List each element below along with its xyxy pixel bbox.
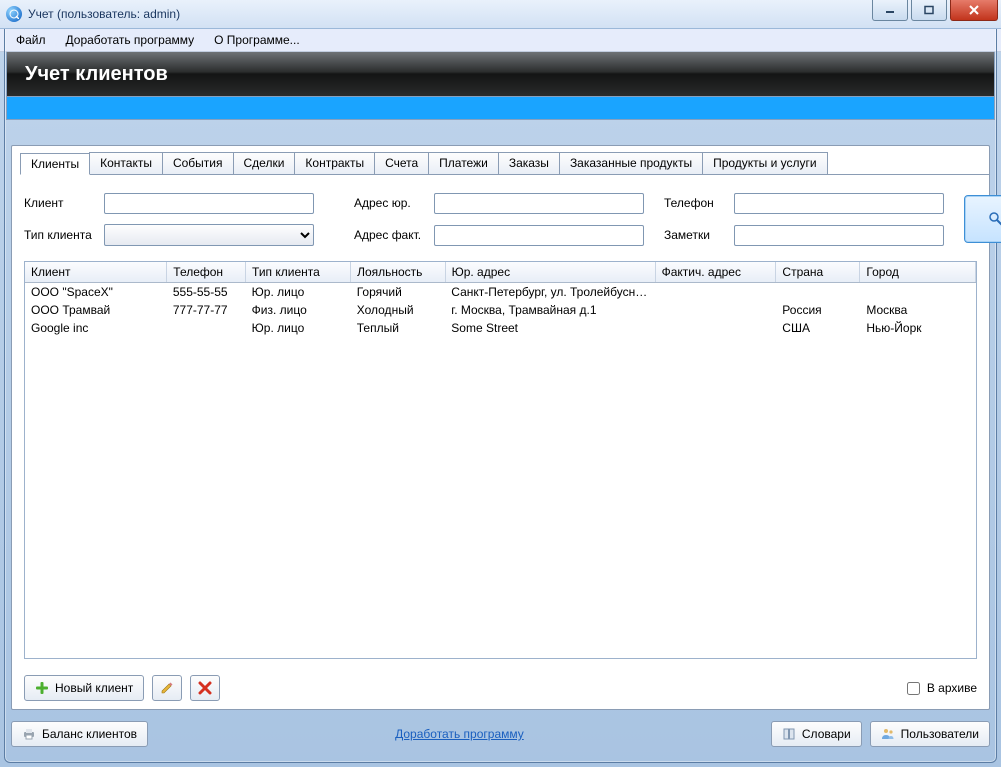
menu-about[interactable]: О Программе... <box>204 31 310 49</box>
minimize-button[interactable] <box>872 0 908 21</box>
window-titlebar: Учет (пользователь: admin) <box>0 0 1001 29</box>
tab-strip: КлиентыКонтактыСобытияСделкиКонтрактыСче… <box>20 152 989 175</box>
archive-label: В архиве <box>927 681 977 695</box>
input-addr-legal[interactable] <box>434 193 644 214</box>
input-phone[interactable] <box>734 193 944 214</box>
book-icon <box>782 727 796 741</box>
menu-file[interactable]: Файл <box>6 31 56 49</box>
col-header[interactable]: Страна <box>776 262 860 283</box>
tab-0[interactable]: Клиенты <box>20 153 90 175</box>
tab-7[interactable]: Заказы <box>498 152 560 174</box>
new-client-label: Новый клиент <box>55 681 133 695</box>
search-icon <box>988 211 1001 227</box>
tab-1[interactable]: Контакты <box>89 152 163 174</box>
app-icon <box>6 6 22 22</box>
label-addr-actual: Адрес факт. <box>354 228 434 242</box>
edit-button[interactable] <box>152 675 182 701</box>
col-header[interactable]: Телефон <box>167 262 246 283</box>
grid-body[interactable]: ООО "SpaceX"555-55-55Юр. лицоГорячийСанк… <box>25 283 976 337</box>
dictionaries-button[interactable]: Словари <box>771 721 862 747</box>
users-icon <box>881 727 895 741</box>
col-header[interactable]: Тип клиента <box>246 262 351 283</box>
archive-checkbox-wrap[interactable]: В архиве <box>903 679 977 698</box>
label-notes: Заметки <box>664 228 734 242</box>
menu-bar: Файл Доработать программу О Программе... <box>0 29 1001 52</box>
improve-link[interactable]: Доработать программу <box>395 727 524 741</box>
grid-toolbar: Новый клиент В архиве <box>12 667 989 709</box>
label-client-type: Тип клиента <box>24 228 104 242</box>
col-header[interactable]: Клиент <box>25 262 167 283</box>
col-header[interactable]: Фактич. адрес <box>655 262 776 283</box>
tab-5[interactable]: Счета <box>374 152 429 174</box>
tab-9[interactable]: Продукты и услуги <box>702 152 828 174</box>
table-row[interactable]: Google incЮр. лицоТеплыйSome StreetСШАНь… <box>25 319 976 337</box>
dictionaries-label: Словари <box>802 727 851 741</box>
close-button[interactable] <box>950 0 998 21</box>
input-addr-actual[interactable] <box>434 225 644 246</box>
label-client: Клиент <box>24 196 104 210</box>
find-button[interactable]: Найти <box>964 195 1001 243</box>
label-addr-legal: Адрес юр. <box>354 196 434 210</box>
balance-button[interactable]: Баланс клиентов <box>11 721 148 747</box>
input-notes[interactable] <box>734 225 944 246</box>
col-header[interactable]: Юр. адрес <box>445 262 655 283</box>
table-row[interactable]: ООО "SpaceX"555-55-55Юр. лицоГорячийСанк… <box>25 283 976 301</box>
clients-grid: КлиентТелефонТип клиентаЛояльностьЮр. ад… <box>24 261 977 659</box>
printer-icon <box>22 727 36 741</box>
col-header[interactable]: Лояльность <box>351 262 446 283</box>
plus-icon <box>35 681 49 695</box>
label-phone: Телефон <box>664 196 734 210</box>
tab-2[interactable]: События <box>162 152 234 174</box>
col-header[interactable]: Город <box>860 262 976 283</box>
archive-checkbox[interactable] <box>907 682 920 695</box>
input-client[interactable] <box>104 193 314 214</box>
footer-bar: Баланс клиентов Доработать программу Сло… <box>11 719 990 749</box>
grid-header-row: КлиентТелефонТип клиентаЛояльностьЮр. ад… <box>25 262 976 283</box>
content-panel: КлиентыКонтактыСобытияСделкиКонтрактыСче… <box>11 145 990 710</box>
banner-strip <box>6 97 995 120</box>
tab-3[interactable]: Сделки <box>233 152 296 174</box>
delete-icon <box>198 681 212 695</box>
menu-improve[interactable]: Доработать программу <box>56 31 205 49</box>
tab-8[interactable]: Заказанные продукты <box>559 152 703 174</box>
pencil-icon <box>160 681 174 695</box>
tab-6[interactable]: Платежи <box>428 152 499 174</box>
select-client-type[interactable] <box>104 224 314 246</box>
page-title: Учет клиентов <box>25 63 168 86</box>
tab-4[interactable]: Контракты <box>294 152 375 174</box>
page-banner: Учет клиентов <box>6 52 995 97</box>
maximize-button[interactable] <box>911 0 947 21</box>
users-label: Пользователи <box>901 727 979 741</box>
table-row[interactable]: ООО Трамвай777-77-77Физ. лицоХолодныйг. … <box>25 301 976 319</box>
users-button[interactable]: Пользователи <box>870 721 990 747</box>
balance-label: Баланс клиентов <box>42 727 137 741</box>
search-form: Клиент Адрес юр. Телефон Найти Тип клиен… <box>12 175 989 261</box>
new-client-button[interactable]: Новый клиент <box>24 675 144 701</box>
delete-button[interactable] <box>190 675 220 701</box>
window-title: Учет (пользователь: admin) <box>28 7 180 21</box>
